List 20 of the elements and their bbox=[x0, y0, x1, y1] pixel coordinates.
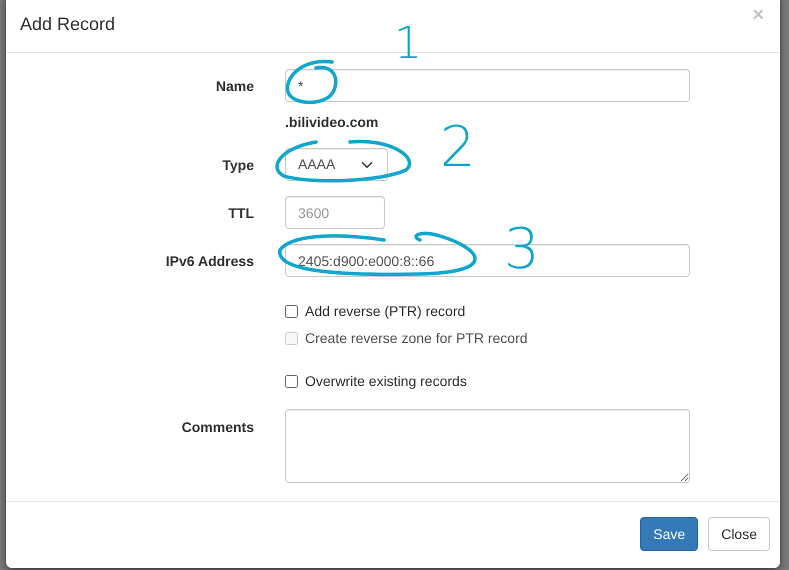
input-field[interactable]: 3600 bbox=[285, 196, 385, 229]
checkbox-label: Create reverse zone for PTR record bbox=[305, 329, 528, 348]
annotation-number: 2 bbox=[440, 120, 476, 176]
comments-field[interactable] bbox=[285, 409, 690, 483]
close-button[interactable]: Close bbox=[708, 517, 770, 551]
dialog-title: Add Record bbox=[20, 15, 116, 35]
annotation-number: 1 bbox=[394, 22, 422, 66]
field-label: Type bbox=[221, 156, 254, 175]
field-label: Name bbox=[214, 77, 254, 96]
field-label: IPv6 Address bbox=[164, 252, 254, 271]
checkbox[interactable] bbox=[285, 375, 298, 388]
checkbox[interactable] bbox=[285, 305, 298, 318]
field-label: TTL bbox=[227, 204, 254, 223]
input-field[interactable]: * bbox=[285, 69, 690, 102]
checkbox-label: Overwrite existing records bbox=[305, 372, 467, 391]
type-dropdown[interactable]: AAAA bbox=[285, 148, 388, 181]
save-button[interactable]: Save bbox=[640, 517, 698, 551]
checkbox-label: Add reverse (PTR) record bbox=[305, 302, 466, 321]
field-label: Comments bbox=[180, 418, 254, 437]
domain-suffix: .bilivideo.com bbox=[285, 113, 380, 132]
